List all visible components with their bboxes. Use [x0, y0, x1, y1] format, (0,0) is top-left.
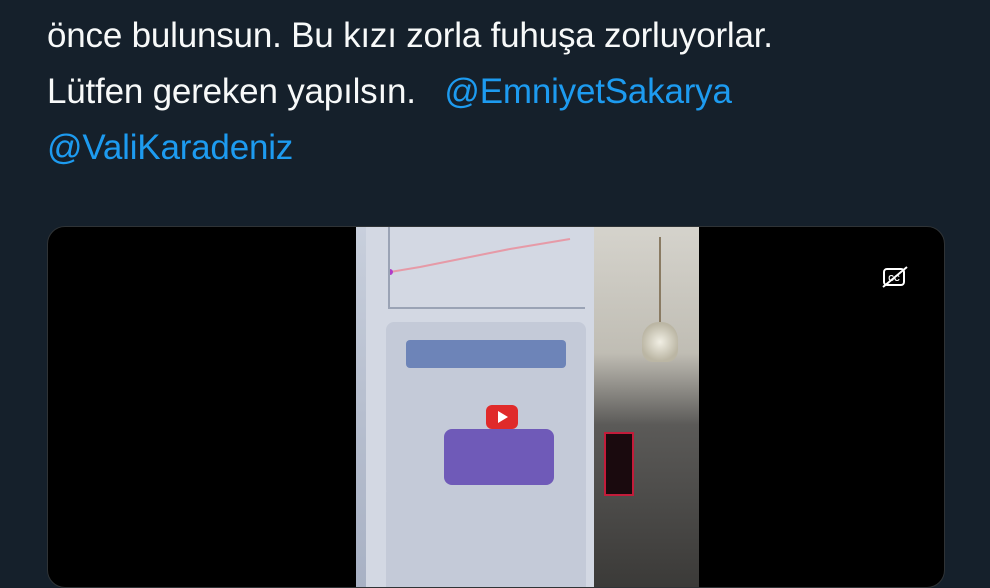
- room-background: [594, 227, 699, 587]
- on-screen-chart: [387, 227, 585, 309]
- lamp-cord: [659, 237, 661, 327]
- video-frame: [356, 227, 699, 587]
- video-player[interactable]: CC: [47, 226, 945, 588]
- on-screen-chart-line: [387, 238, 571, 275]
- tweet-text-line-3: @ValiKaradeniz: [47, 120, 947, 176]
- tv-screen: [604, 432, 634, 496]
- youtube-play-icon: [486, 405, 518, 429]
- tweet-text-line-1: önce bulunsun. Bu kızı zorla fuhuşa zorl…: [47, 16, 773, 55]
- tweet-text-line-2-text: Lütfen gereken yapılsın.: [47, 72, 416, 111]
- on-screen-card-2: [386, 485, 586, 587]
- tweet-text-line-2: Lütfen gereken yapılsın. @EmniyetSakarya: [47, 64, 947, 120]
- tweet-text: önce bulunsun. Bu kızı zorla fuhuşa zorl…: [47, 8, 947, 176]
- mention-vali-karadeniz[interactable]: @ValiKaradeniz: [47, 128, 293, 167]
- on-screen-banner: [406, 340, 566, 368]
- mention-emniyet-sakarya[interactable]: @EmniyetSakarya: [444, 72, 732, 111]
- screen-content: [366, 227, 601, 587]
- closed-captions-off-icon[interactable]: CC: [882, 265, 908, 289]
- ceiling-lamp: [642, 322, 678, 362]
- on-screen-icon-tile: [444, 429, 554, 485]
